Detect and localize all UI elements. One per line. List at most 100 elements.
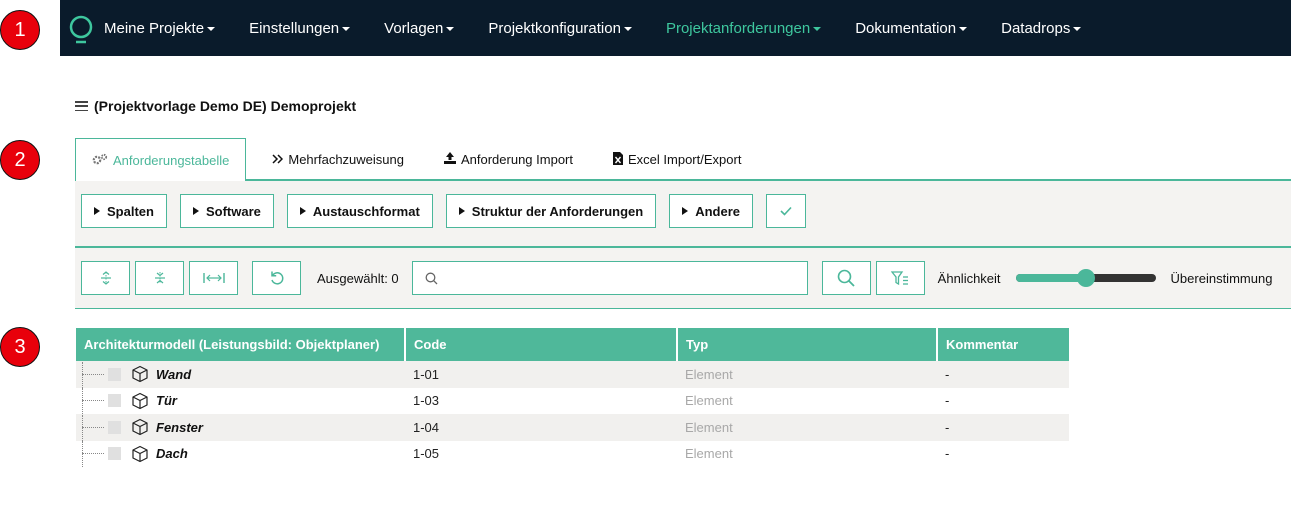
collapse-vertical-icon bbox=[154, 272, 165, 284]
software-button[interactable]: Software bbox=[179, 194, 274, 228]
table-row[interactable]: Wand 1-01 Element - bbox=[76, 361, 1069, 388]
caret-down-icon bbox=[446, 27, 455, 31]
element-name: Fenster bbox=[156, 419, 203, 435]
cube-icon bbox=[132, 366, 148, 383]
search-input[interactable] bbox=[445, 264, 796, 292]
column-header-typ[interactable]: Typ bbox=[677, 328, 938, 361]
search-field[interactable] bbox=[411, 261, 808, 295]
toolbar-panel: Spalten Software Austauschformat Struktu… bbox=[75, 181, 1291, 309]
nav-dokumentation[interactable]: Dokumentation bbox=[855, 20, 968, 37]
tab-anforderung-import[interactable]: Anforderung Import bbox=[424, 138, 593, 181]
triangle-right-icon bbox=[299, 207, 306, 215]
row-checkbox[interactable] bbox=[108, 367, 121, 381]
element-name: Wand bbox=[156, 366, 192, 382]
triangle-right-icon bbox=[192, 207, 199, 215]
row-checkbox[interactable] bbox=[108, 447, 121, 461]
slider-right-label: Übereinstimmung bbox=[1170, 270, 1273, 286]
table-row[interactable]: Tür 1-03 Element - bbox=[76, 388, 1069, 415]
triangle-right-icon bbox=[94, 207, 100, 215]
struktur-der-anforderungen-button[interactable]: Struktur der Anforderungen bbox=[445, 194, 657, 228]
type-cell: Element bbox=[677, 414, 937, 441]
type-cell: Element bbox=[685, 393, 733, 409]
element-name: Tür bbox=[156, 393, 177, 409]
spalten-button[interactable]: Spalten bbox=[81, 194, 167, 228]
column-header-code[interactable]: Code bbox=[405, 328, 678, 361]
comment-cell: - bbox=[945, 393, 950, 409]
similarity-slider[interactable] bbox=[1015, 269, 1156, 287]
logo-icon[interactable] bbox=[68, 15, 94, 44]
arrows-horizontal-icon bbox=[202, 273, 225, 283]
row-checkbox[interactable] bbox=[108, 420, 121, 434]
code-cell: 1-01 bbox=[405, 361, 677, 388]
code-cell: 1-03 bbox=[413, 393, 440, 409]
excel-file-icon bbox=[613, 151, 623, 168]
tree-connector bbox=[82, 414, 104, 441]
search-icon bbox=[425, 272, 438, 284]
caret-down-icon bbox=[1073, 27, 1082, 31]
type-cell: Element bbox=[677, 361, 937, 388]
search-icon bbox=[837, 269, 855, 287]
gears-icon bbox=[92, 153, 108, 168]
code-cell: 1-05 bbox=[413, 446, 440, 462]
nav-vorlagen[interactable]: Vorlagen bbox=[384, 20, 455, 37]
cube-icon bbox=[132, 419, 148, 436]
confirm-button[interactable] bbox=[766, 194, 807, 228]
row-checkbox[interactable] bbox=[108, 394, 121, 408]
reset-button[interactable] bbox=[252, 261, 301, 295]
fit-width-button[interactable] bbox=[189, 261, 238, 295]
code-cell: 1-04 bbox=[405, 414, 677, 441]
caret-down-icon bbox=[207, 27, 216, 31]
table-row[interactable]: Fenster 1-04 Element - bbox=[76, 414, 1069, 441]
top-navigation: Meine Projekte Einstellungen Vorlagen Pr… bbox=[60, 0, 1291, 56]
search-button[interactable] bbox=[821, 261, 871, 295]
undo-icon bbox=[270, 271, 283, 285]
filter-button[interactable] bbox=[875, 261, 925, 295]
requirements-table: Architekturmodell (Leistungsbild: Objekt… bbox=[76, 328, 1069, 468]
tab-bar: Anforderungstabelle Mehrfachzuweisung An… bbox=[75, 138, 1291, 182]
tree-connector bbox=[82, 441, 104, 468]
tree-connector bbox=[82, 388, 104, 415]
tree-connector bbox=[82, 361, 104, 388]
element-name: Dach bbox=[156, 446, 188, 462]
tab-mehrfachzuweisung[interactable]: Mehrfachzuweisung bbox=[246, 138, 424, 181]
column-header-architekturmodell[interactable]: Architekturmodell (Leistungsbild: Objekt… bbox=[76, 328, 406, 361]
hamburger-menu-icon[interactable] bbox=[75, 101, 88, 111]
upload-icon bbox=[443, 152, 456, 167]
nav-einstellungen[interactable]: Einstellungen bbox=[249, 20, 351, 37]
panel-divider bbox=[75, 246, 1291, 248]
austauschformat-button[interactable]: Austauschformat bbox=[286, 194, 433, 228]
comment-cell: - bbox=[937, 414, 1069, 441]
tab-anforderungstabelle[interactable]: Anforderungstabelle bbox=[75, 138, 247, 182]
double-chevron-right-icon bbox=[272, 153, 284, 167]
caret-down-icon bbox=[813, 27, 822, 31]
comment-cell: - bbox=[937, 361, 1069, 388]
callout-2: 2 bbox=[0, 140, 40, 180]
comment-cell: - bbox=[945, 446, 950, 462]
collapse-rows-button[interactable] bbox=[135, 261, 184, 295]
callout-1: 1 bbox=[0, 10, 40, 50]
type-cell: Element bbox=[685, 446, 733, 462]
selected-count: Ausgewählt: 0 bbox=[317, 270, 399, 286]
nav-projektanforderungen[interactable]: Projektanforderungen bbox=[666, 20, 822, 37]
triangle-right-icon bbox=[682, 207, 689, 215]
page-title: (Projektvorlage Demo DE) Demoprojekt bbox=[75, 98, 356, 114]
column-header-kommentar[interactable]: Kommentar bbox=[937, 328, 1069, 361]
table-row[interactable]: Dach 1-05 Element - bbox=[76, 441, 1069, 468]
nav-meine-projekte[interactable]: Meine Projekte bbox=[104, 20, 216, 37]
cube-icon bbox=[132, 392, 148, 409]
tab-excel-import-export[interactable]: Excel Import/Export bbox=[593, 138, 761, 181]
filter-list-icon bbox=[891, 270, 909, 285]
slider-left-label: Ähnlichkeit bbox=[937, 270, 1001, 286]
expand-rows-button[interactable] bbox=[81, 261, 130, 295]
callout-3: 3 bbox=[0, 327, 40, 367]
nav-projektkonfiguration[interactable]: Projektkonfiguration bbox=[488, 20, 632, 37]
andere-button[interactable]: Andere bbox=[669, 194, 754, 228]
triangle-right-icon bbox=[458, 207, 465, 215]
table-header-row: Architekturmodell (Leistungsbild: Objekt… bbox=[76, 328, 1069, 361]
nav-datadrops[interactable]: Datadrops bbox=[1001, 20, 1082, 37]
slider-thumb[interactable] bbox=[1076, 269, 1095, 287]
slider-fill bbox=[1015, 274, 1086, 282]
check-icon bbox=[780, 206, 792, 216]
caret-down-icon bbox=[959, 27, 968, 31]
caret-down-icon bbox=[623, 27, 632, 31]
